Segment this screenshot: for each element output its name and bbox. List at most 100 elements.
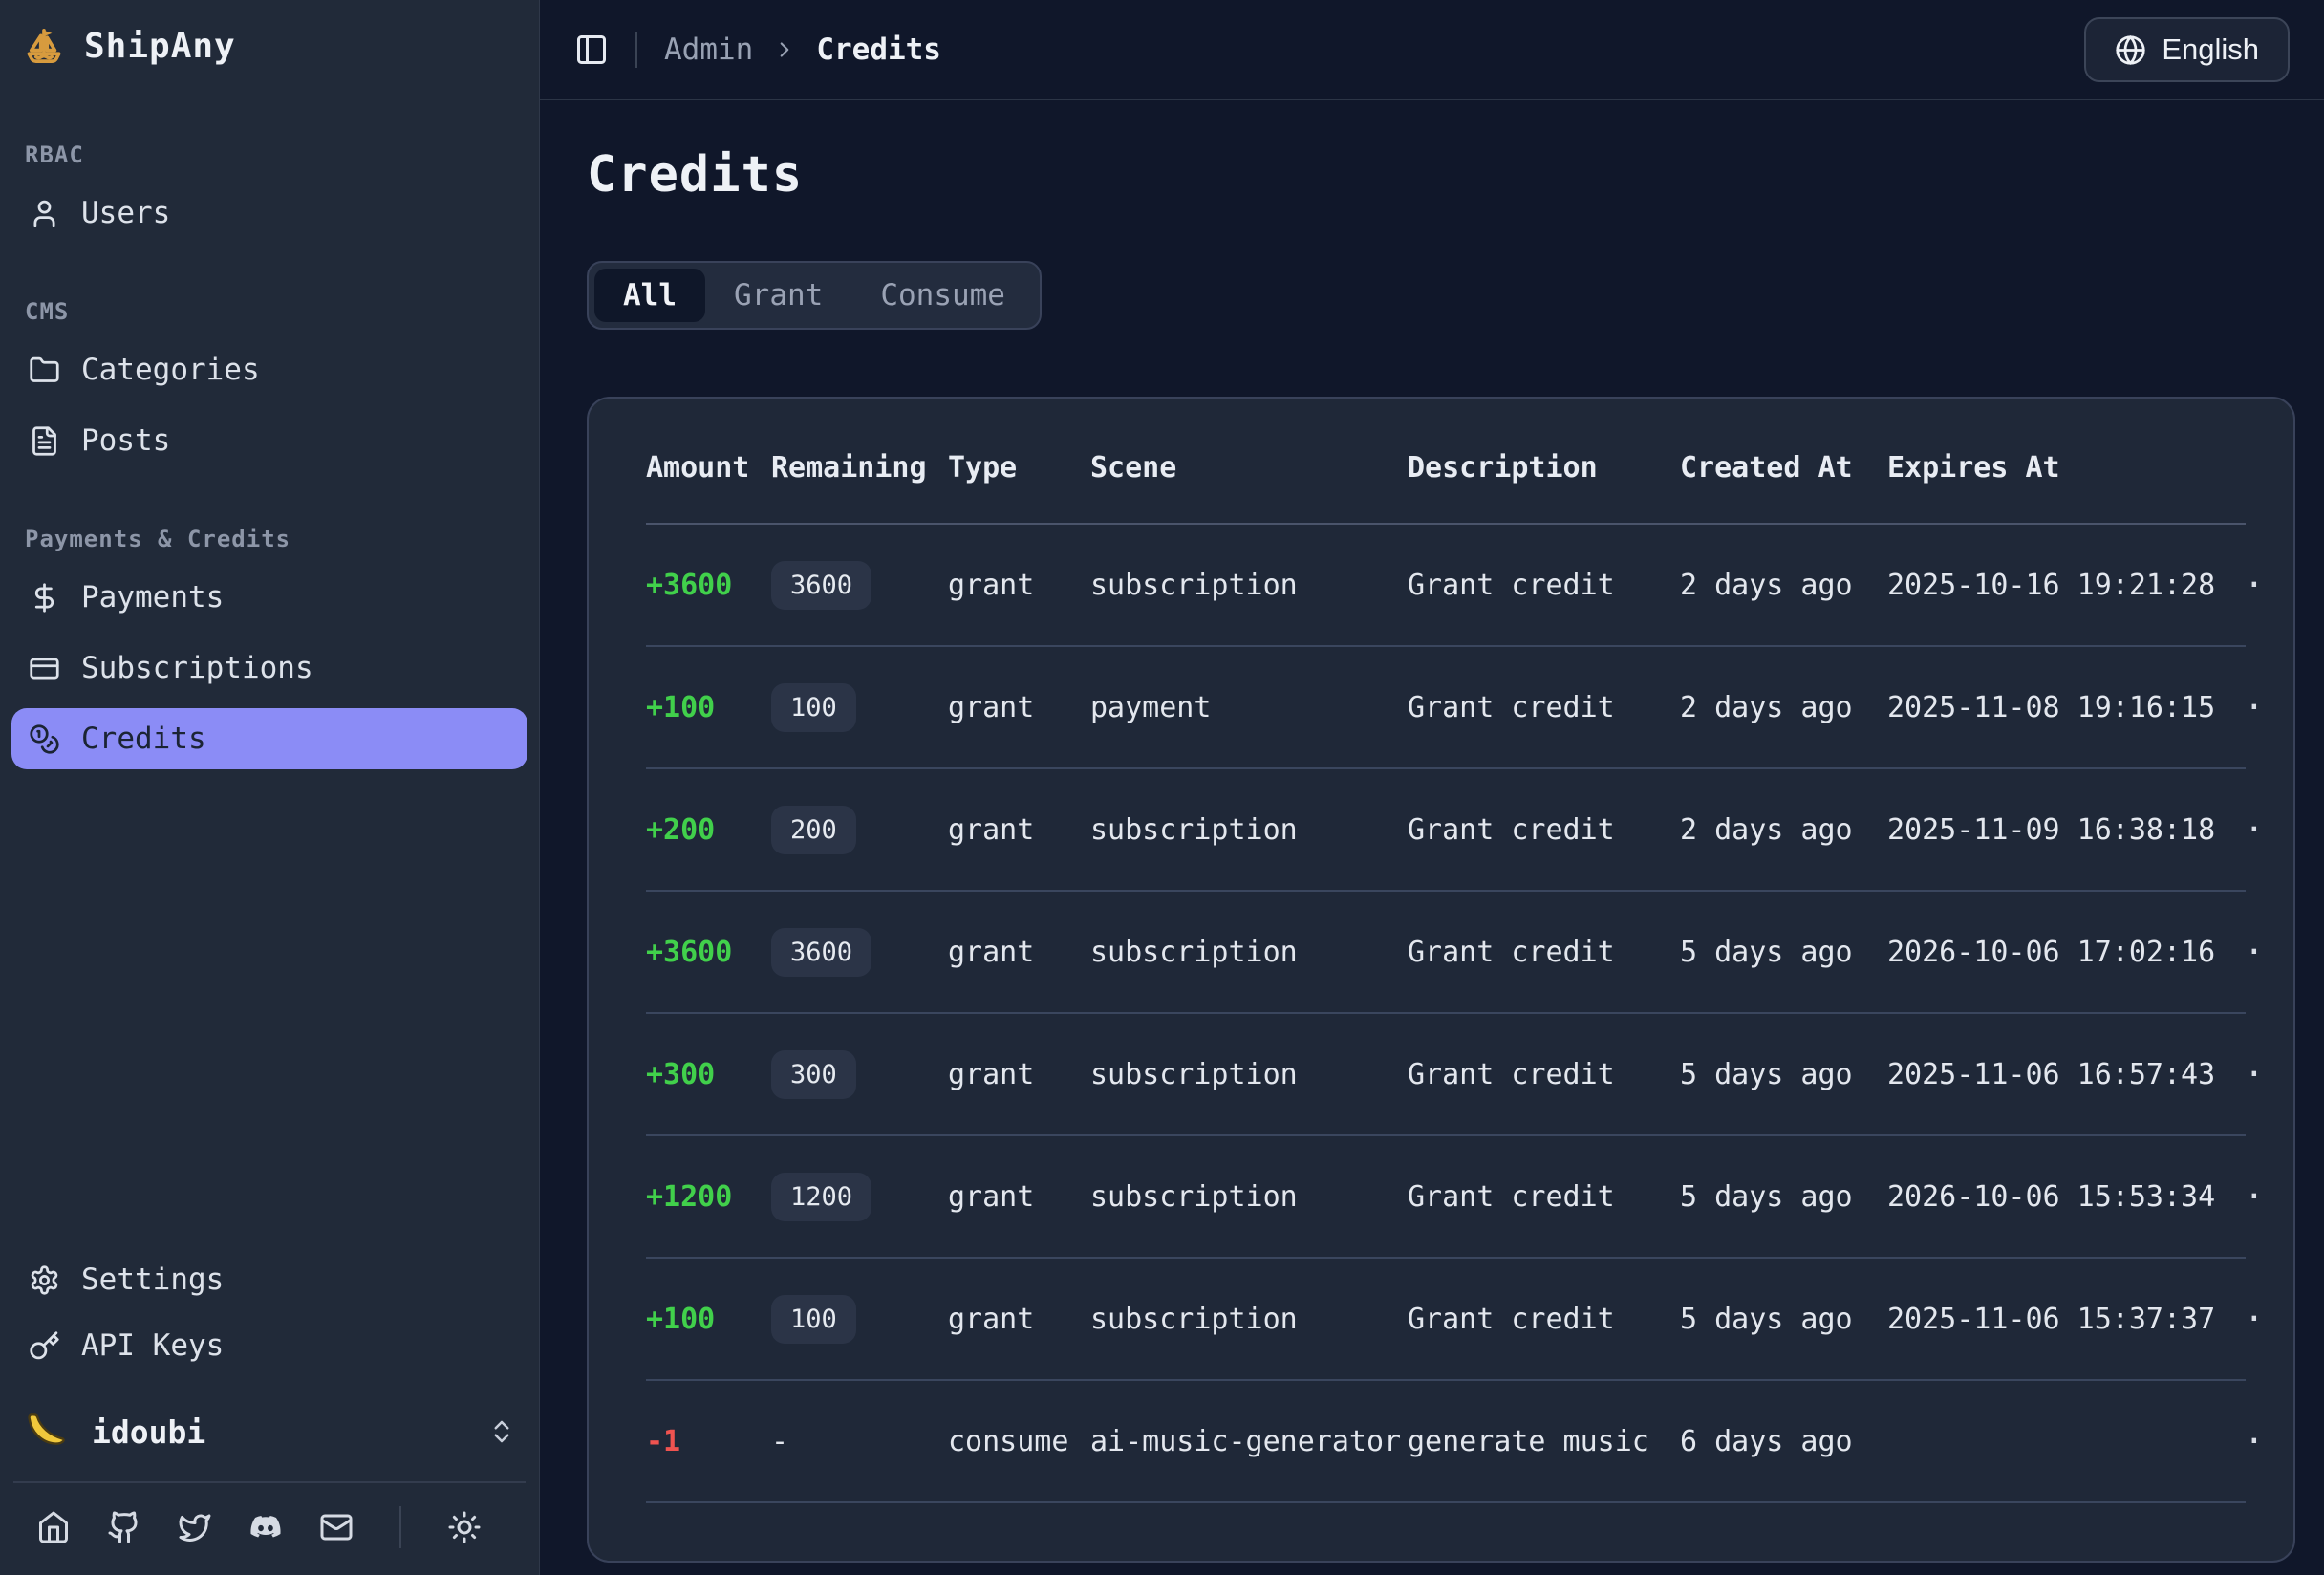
description-cell: Grant credit xyxy=(1408,1180,1680,1214)
amount-cell: +100 xyxy=(646,1303,771,1336)
amount-cell: +3600 xyxy=(646,936,771,969)
table-row: +1200 1200 grant subscription Grant cred… xyxy=(646,1136,2246,1259)
row-actions-button[interactable]: · xyxy=(2244,566,2265,605)
filter-tabs: All Grant Consume xyxy=(587,261,1042,330)
created-at-cell: 2 days ago xyxy=(1680,569,1887,602)
row-actions-button[interactable]: · xyxy=(2244,1300,2265,1339)
app-logo[interactable]: ShipAny xyxy=(0,0,539,82)
sidebar-item-label: Settings xyxy=(81,1262,224,1297)
discord-icon[interactable] xyxy=(248,1510,283,1544)
row-actions-button[interactable]: · xyxy=(2244,810,2265,850)
breadcrumb-admin[interactable]: Admin xyxy=(664,32,753,67)
scene-cell: subscription xyxy=(1090,813,1408,847)
sidebar-item-subscriptions[interactable]: Subscriptions xyxy=(11,637,527,699)
description-cell: Grant credit xyxy=(1408,813,1680,847)
table-row: +100 100 grant subscription Grant credit… xyxy=(646,1259,2246,1381)
coins-icon xyxy=(29,723,60,755)
col-type: Type xyxy=(948,451,1090,485)
sidebar-item-payments[interactable]: Payments xyxy=(11,567,527,628)
created-at-cell: 6 days ago xyxy=(1680,1425,1887,1458)
scene-cell: subscription xyxy=(1090,936,1408,969)
breadcrumb-current: Credits xyxy=(816,32,941,67)
row-actions-button[interactable]: · xyxy=(2244,1177,2265,1217)
divider xyxy=(399,1506,401,1548)
table-row: +3600 3600 grant subscription Grant cred… xyxy=(646,892,2246,1014)
remaining-cell: 300 xyxy=(771,1050,948,1099)
remaining-badge: 200 xyxy=(771,806,856,854)
folder-icon xyxy=(29,355,60,386)
sidebar-bottom: Settings API Keys idoubi xyxy=(0,1244,539,1575)
description-cell: Grant credit xyxy=(1408,691,1680,724)
sidebar-section-cms: CMS xyxy=(25,298,539,325)
chevron-right-icon xyxy=(772,37,797,62)
tab-grant[interactable]: Grant xyxy=(705,269,851,322)
user-name: idoubi xyxy=(92,1413,205,1451)
created-at-cell: 5 days ago xyxy=(1680,1180,1887,1214)
banana-avatar-icon xyxy=(23,1409,69,1455)
breadcrumb: Admin Credits xyxy=(664,32,941,67)
created-at-cell: 5 days ago xyxy=(1680,936,1887,969)
tab-consume[interactable]: Consume xyxy=(851,269,1034,322)
sidebar-toggle-button[interactable] xyxy=(574,32,609,67)
app-name: ShipAny xyxy=(84,27,236,66)
remaining-cell: 200 xyxy=(771,806,948,854)
type-cell: grant xyxy=(948,1303,1090,1336)
social-links xyxy=(0,1483,539,1575)
type-cell: consume xyxy=(948,1425,1090,1458)
amount-cell: +100 xyxy=(646,691,771,724)
description-cell: Grant credit xyxy=(1408,1058,1680,1091)
scene-cell: ai-music-generator xyxy=(1090,1425,1408,1458)
remaining-cell: 1200 xyxy=(771,1173,948,1221)
sidebar-item-categories[interactable]: Categories xyxy=(11,339,527,400)
row-actions-button[interactable]: · xyxy=(2244,1055,2265,1094)
sidebar-item-settings[interactable]: Settings xyxy=(11,1249,527,1310)
sidebar-item-users[interactable]: Users xyxy=(11,183,527,244)
table-header: Amount Remaining Type Scene Description … xyxy=(646,399,2246,525)
created-at-cell: 5 days ago xyxy=(1680,1303,1887,1336)
language-button[interactable]: English xyxy=(2084,17,2290,82)
table-row: +300 300 grant subscription Grant credit… xyxy=(646,1014,2246,1136)
credits-table-card: Amount Remaining Type Scene Description … xyxy=(587,397,2295,1563)
sidebar-item-label: Categories xyxy=(81,353,260,387)
theme-toggle-sun-icon[interactable] xyxy=(447,1510,482,1544)
sidebar-item-label: Users xyxy=(81,196,170,230)
col-created-at: Created At xyxy=(1680,451,1887,485)
topbar: Admin Credits English xyxy=(540,0,2324,100)
scene-cell: subscription xyxy=(1090,1058,1408,1091)
sidebar: ShipAny RBAC Users CMS Categories Posts … xyxy=(0,0,540,1575)
gear-icon xyxy=(29,1264,60,1296)
sailboat-icon xyxy=(23,25,65,67)
row-actions-button[interactable]: · xyxy=(2244,688,2265,727)
scene-cell: subscription xyxy=(1090,569,1408,602)
created-at-cell: 2 days ago xyxy=(1680,813,1887,847)
twitter-icon[interactable] xyxy=(178,1510,212,1544)
remaining-cell: 3600 xyxy=(771,928,948,977)
remaining-badge: 300 xyxy=(771,1050,856,1099)
mail-icon[interactable] xyxy=(319,1510,354,1544)
remaining-cell: 100 xyxy=(771,683,948,732)
page-content: Credits All Grant Consume Amount Remaini… xyxy=(540,100,2324,1575)
user-menu[interactable]: idoubi xyxy=(23,1409,516,1455)
remaining-badge: 100 xyxy=(771,1295,856,1344)
tab-all[interactable]: All xyxy=(594,269,705,322)
sidebar-item-posts[interactable]: Posts xyxy=(11,410,527,471)
file-text-icon xyxy=(29,425,60,457)
amount-cell: +1200 xyxy=(646,1180,771,1214)
github-icon[interactable] xyxy=(107,1510,141,1544)
sidebar-item-credits[interactable]: Credits xyxy=(11,708,527,769)
scene-cell: subscription xyxy=(1090,1180,1408,1214)
expires-at-cell: 2025-11-06 15:37:37 xyxy=(1887,1303,2244,1336)
sidebar-item-api-keys[interactable]: API Keys xyxy=(11,1315,527,1376)
globe-icon xyxy=(2115,34,2146,66)
expires-at-cell: 2025-11-08 19:16:15 xyxy=(1887,691,2244,724)
row-actions-button[interactable]: · xyxy=(2244,1422,2265,1461)
sidebar-section-payments-credits: Payments & Credits xyxy=(25,526,539,552)
remaining-badge: 100 xyxy=(771,683,856,732)
table-row: +200 200 grant subscription Grant credit… xyxy=(646,769,2246,892)
key-icon xyxy=(29,1330,60,1362)
description-cell: Grant credit xyxy=(1408,1303,1680,1336)
row-actions-button[interactable]: · xyxy=(2244,933,2265,972)
home-icon[interactable] xyxy=(36,1510,71,1544)
type-cell: grant xyxy=(948,1058,1090,1091)
sidebar-section-rbac: RBAC xyxy=(25,141,539,168)
